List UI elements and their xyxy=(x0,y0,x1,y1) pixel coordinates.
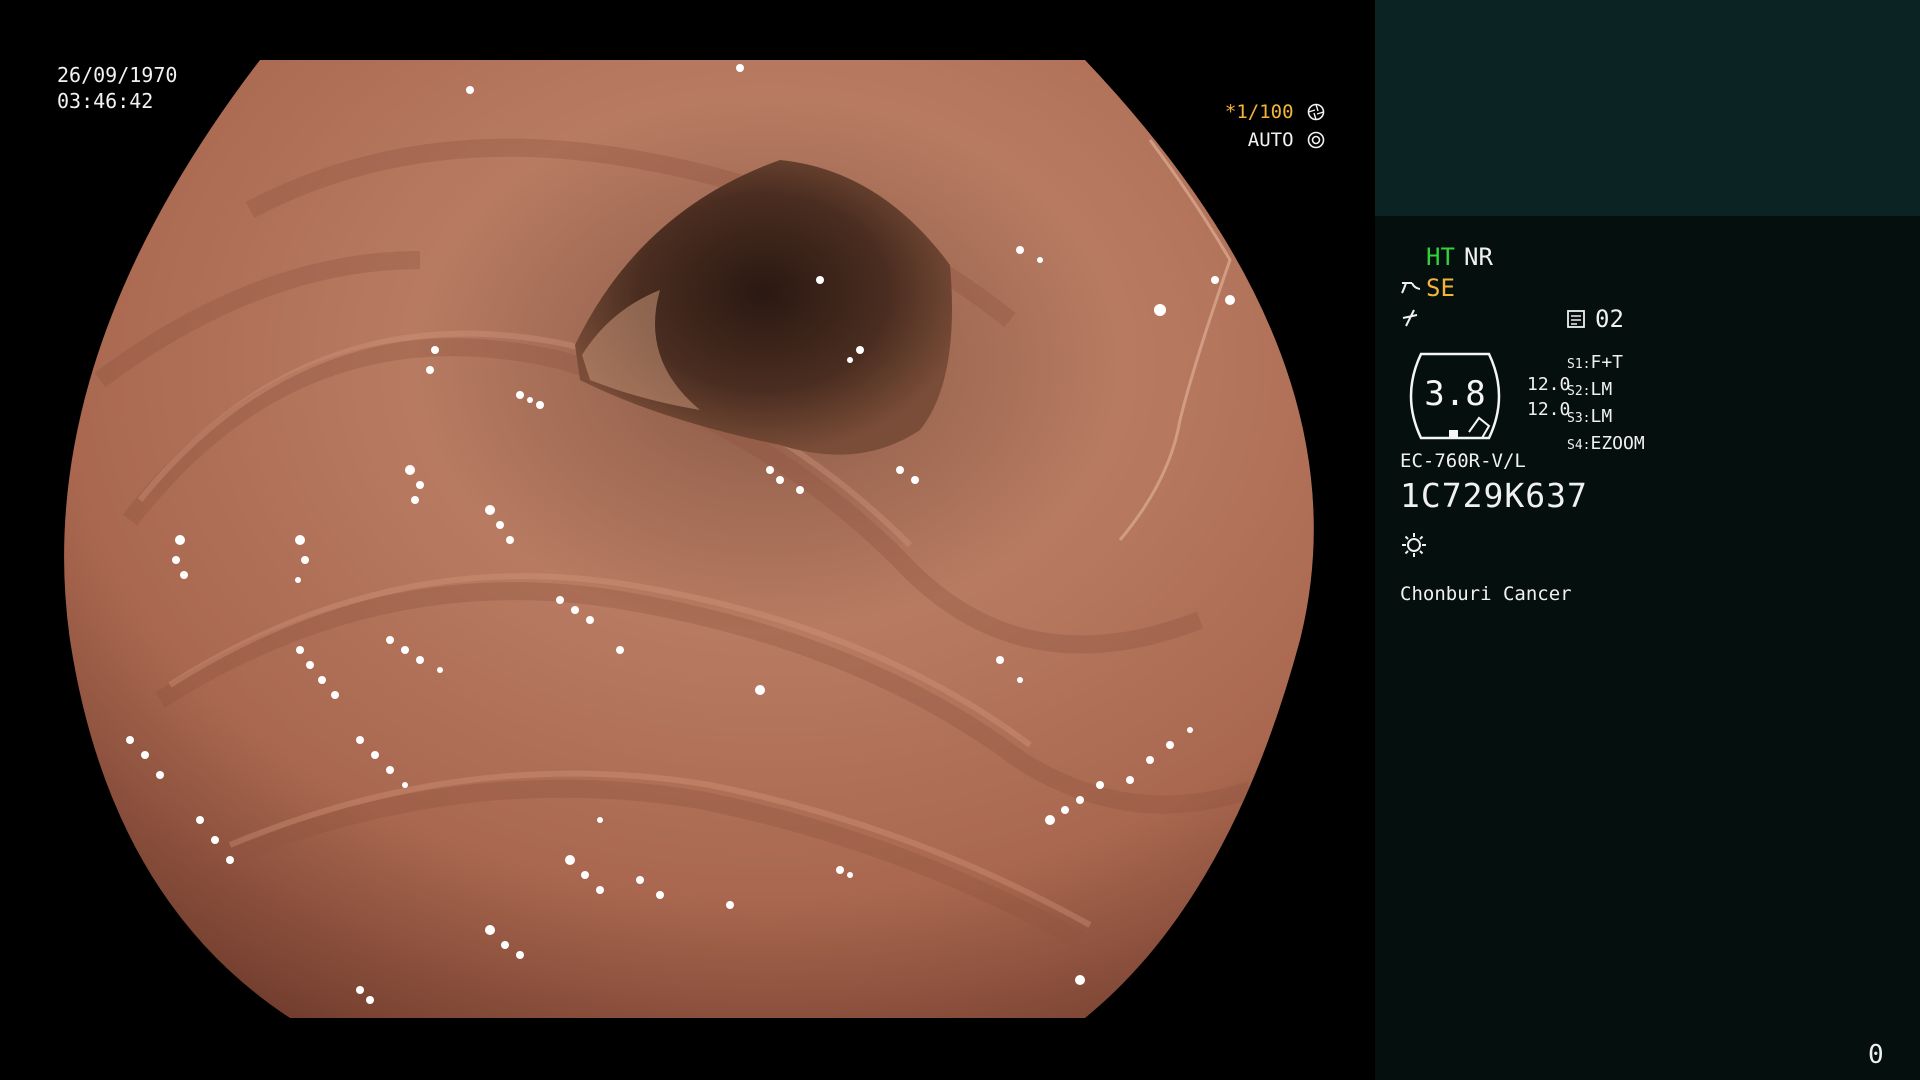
setting-row: S1:F+T xyxy=(1567,350,1645,377)
ratio-top: 12.0 xyxy=(1527,374,1571,395)
setting-key: S3: xyxy=(1567,411,1591,426)
setting-value: LM xyxy=(1590,379,1613,400)
setting-key: S4: xyxy=(1567,438,1591,453)
shutter-icon xyxy=(1307,103,1325,121)
setting-row: S3:LM xyxy=(1567,404,1645,431)
ratio-bottom: 12.0 xyxy=(1527,399,1571,420)
memory-number: 02 xyxy=(1595,305,1624,333)
ratio-values: 12.0 12.0 xyxy=(1527,372,1570,422)
exam-date: 26/09/1970 xyxy=(57,63,178,87)
exam-time: 03:46:42 xyxy=(57,89,154,113)
scope-switch-settings: S1:F+T S2:LM S3:LM S4:EZOOM xyxy=(1567,350,1645,458)
date-time-overlay: 26/09/1970 03:46:42 xyxy=(57,62,177,114)
panel-header xyxy=(1375,0,1920,216)
page-number: 0 xyxy=(1868,1040,1884,1070)
se-indicator: SE xyxy=(1426,274,1455,302)
setting-value: LM xyxy=(1590,406,1613,427)
setting-value: EZOOM xyxy=(1590,433,1645,454)
serial-number: 1C729K637 xyxy=(1400,476,1588,515)
setting-value: F+T xyxy=(1590,352,1623,373)
ht-indicator: HT xyxy=(1426,243,1455,271)
scope-model: EC-760R-V/L xyxy=(1400,450,1526,472)
enhance-icon xyxy=(1402,309,1418,327)
setting-key: S1: xyxy=(1567,357,1591,372)
nr-indicator: NR xyxy=(1464,243,1493,271)
shutter-speed: *1/100 xyxy=(1224,101,1294,123)
institution-name: Chonburi Cancer xyxy=(1400,583,1572,605)
zoom-value: 3.8 xyxy=(1424,374,1486,414)
brightness-icon xyxy=(1402,533,1426,557)
endoscope-image xyxy=(64,60,1314,1018)
scope-icon xyxy=(1401,282,1421,294)
auto-iris-icon xyxy=(1307,131,1325,149)
setting-row: S2:LM xyxy=(1567,377,1645,404)
setting-row: S4:EZOOM xyxy=(1567,431,1645,458)
setting-key: S2: xyxy=(1567,384,1591,399)
info-side-panel: HT NR SE 02 3.8 12.0 12.0 S1:F+T S2:LM S… xyxy=(1375,0,1920,1080)
memory-icon xyxy=(1567,310,1585,328)
zoom-badge: 3.8 xyxy=(1399,350,1511,442)
endoscope-video-area: 26/09/1970 03:46:42 *1/100 AUTO xyxy=(0,0,1375,1080)
iris-mode: AUTO xyxy=(1247,129,1294,151)
exposure-overlay: *1/100 AUTO xyxy=(1225,98,1325,154)
